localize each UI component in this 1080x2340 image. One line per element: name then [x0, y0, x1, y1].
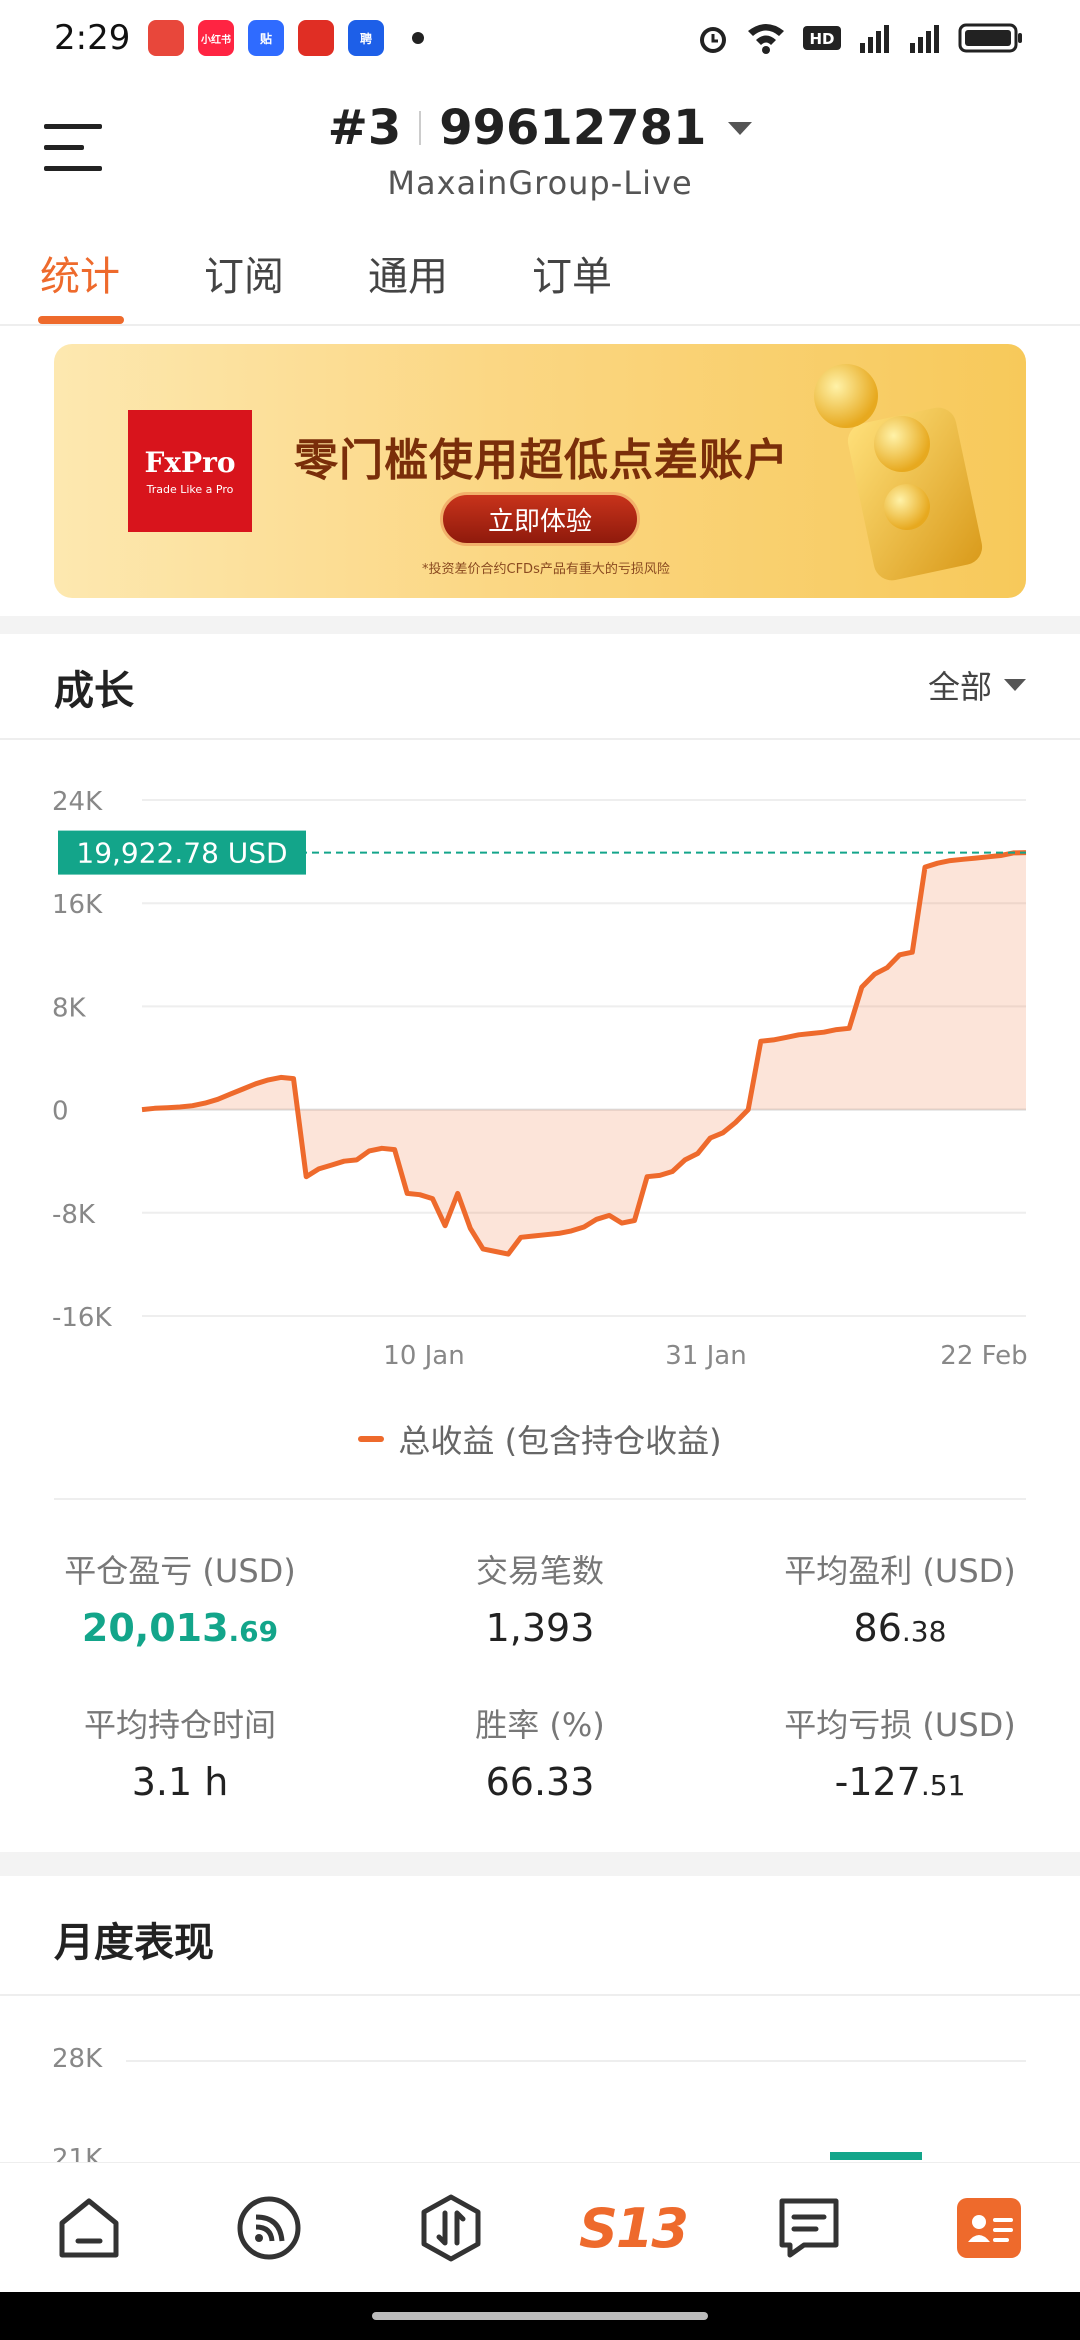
tab-statistics[interactable]: 统计: [40, 244, 120, 302]
account-server: MaxainGroup-Live: [387, 164, 693, 202]
stat-win-rate: 胜率 (%) 66.33: [475, 1706, 605, 1804]
profile-icon: [957, 2198, 1021, 2258]
trade-icon: [421, 2194, 481, 2262]
x-tick-label: 22 Feb: [940, 1341, 1027, 1371]
banner-cta-button[interactable]: 立即体验: [440, 492, 640, 546]
growth-title: 成长: [54, 668, 134, 714]
alarm-icon: [700, 27, 726, 53]
s13-logo: S13: [578, 2196, 689, 2260]
divider: [0, 738, 1080, 740]
tieba-icon: 贴: [248, 20, 284, 56]
active-tab-indicator: [38, 316, 124, 324]
svg-text:HD: HD: [809, 30, 834, 48]
x-tick-label: 31 Jan: [665, 1341, 746, 1371]
home-icon: [59, 2198, 119, 2258]
coin-icon: [874, 416, 930, 472]
monthly-y-tick: 28K: [52, 2044, 103, 2074]
nav-trade[interactable]: [414, 2191, 488, 2265]
banner-headline: 零门槛使用超低点差账户: [294, 435, 789, 486]
stat-avg-loss: 平均亏损 (USD) -127.51: [784, 1706, 1016, 1804]
fxpro-logo: FxPro Trade Like a Pro: [128, 410, 252, 532]
legend-label: 总收益 (包含持仓收益): [398, 1422, 722, 1460]
stat-avg-hold-time: 平均持仓时间 3.1 h: [83, 1706, 276, 1804]
divider: [419, 111, 422, 145]
y-tick-label: 8K: [52, 993, 87, 1023]
divider: [54, 1498, 1026, 1500]
monthly-gridline: [126, 2060, 1026, 2062]
zhaopin-icon: 聘: [348, 20, 384, 56]
period-filter-label: 全部: [927, 668, 992, 706]
app-icon-1: [148, 20, 184, 56]
xiaohongshu-icon: 小红书: [198, 20, 234, 56]
signal-4g-icon-2: [910, 25, 939, 53]
tab-general[interactable]: 通用: [368, 244, 448, 302]
nav-feed[interactable]: [232, 2191, 306, 2265]
nav-home[interactable]: [52, 2191, 126, 2265]
section-divider: [0, 1852, 1080, 1876]
account-number: 99612781: [439, 100, 707, 156]
y-tick-label: 24K: [52, 787, 103, 817]
coin-icon: [884, 484, 930, 530]
status-app-icons: 小红书 贴 聘: [148, 20, 424, 56]
divider: [0, 1994, 1080, 1996]
monthly-title: 月度表现: [54, 1920, 214, 1966]
status-time: 2:29: [54, 18, 131, 58]
signal-4g-icon-1: [860, 25, 889, 53]
account-selector[interactable]: #3 99612781 MaxainGroup-Live: [0, 100, 1080, 202]
status-bar: 2:29 小红书 贴 聘 HD: [0, 0, 1080, 80]
coin-icon: [814, 364, 878, 428]
section-divider: [0, 616, 1080, 634]
x-tick-label: 10 Jan: [383, 1341, 464, 1371]
hd-icon: HD: [803, 26, 841, 50]
banner-disclaimer: *投资差价合约CFDs产品有重大的亏损风险: [422, 562, 670, 577]
series-area: [142, 852, 1026, 1255]
legend-swatch: [358, 1436, 385, 1442]
nav-s13[interactable]: S13: [578, 2191, 689, 2265]
y-tick-label: 0: [52, 1097, 69, 1127]
tab-orders[interactable]: 订单: [532, 244, 612, 302]
wifi-icon: [748, 24, 784, 54]
chevron-down-icon: [1004, 679, 1026, 691]
tab-subscribe[interactable]: 订阅: [204, 244, 284, 302]
y-tick-label: -8K: [52, 1200, 96, 1230]
promo-banner[interactable]: FxPro Trade Like a Pro 零门槛使用超低点差账户 立即体验 …: [54, 344, 1026, 598]
message-icon: [779, 2198, 839, 2258]
chevron-down-icon: [728, 121, 753, 135]
watermark: @Bye: [958, 2252, 1070, 2293]
y-tick-label: -16K: [52, 1303, 112, 1333]
pinduoduo-icon: [298, 20, 334, 56]
notification-dot-icon: [412, 32, 424, 44]
home-indicator[interactable]: [372, 2312, 708, 2320]
period-filter-dropdown[interactable]: 全部: [928, 662, 1026, 708]
nav-messages[interactable]: [772, 2191, 846, 2265]
chart-legend: 总收益 (包含持仓收益): [0, 1416, 1080, 1462]
app-header: #3 99612781 MaxainGroup-Live: [0, 80, 1080, 215]
tab-bar: 统计 订阅 通用 订单: [0, 230, 1080, 326]
stat-closed-pnl: 平仓盈亏 (USD) 20,013.69: [64, 1552, 296, 1650]
feed-icon: [237, 2196, 301, 2260]
current-value-label: 19,922.78 USD: [76, 837, 287, 870]
bottom-nav: S13: [0, 2162, 1080, 2292]
stat-avg-profit: 平均盈利 (USD) 86.38: [784, 1552, 1016, 1650]
y-tick-label: 16K: [52, 890, 103, 920]
stat-trade-count: 交易笔数 1,393: [475, 1552, 604, 1650]
system-gesture-bar: [0, 2292, 1080, 2340]
account-index: #3: [327, 100, 402, 156]
status-indicators: HD: [696, 20, 1024, 56]
growth-chart[interactable]: 24K 16K 8K 0 -8K -16K 19,922.78 USD 10 Jan 31 Ja…: [0, 760, 1080, 1380]
monthly-bar[interactable]: [830, 2152, 922, 2160]
battery-icon: [958, 23, 1022, 53]
